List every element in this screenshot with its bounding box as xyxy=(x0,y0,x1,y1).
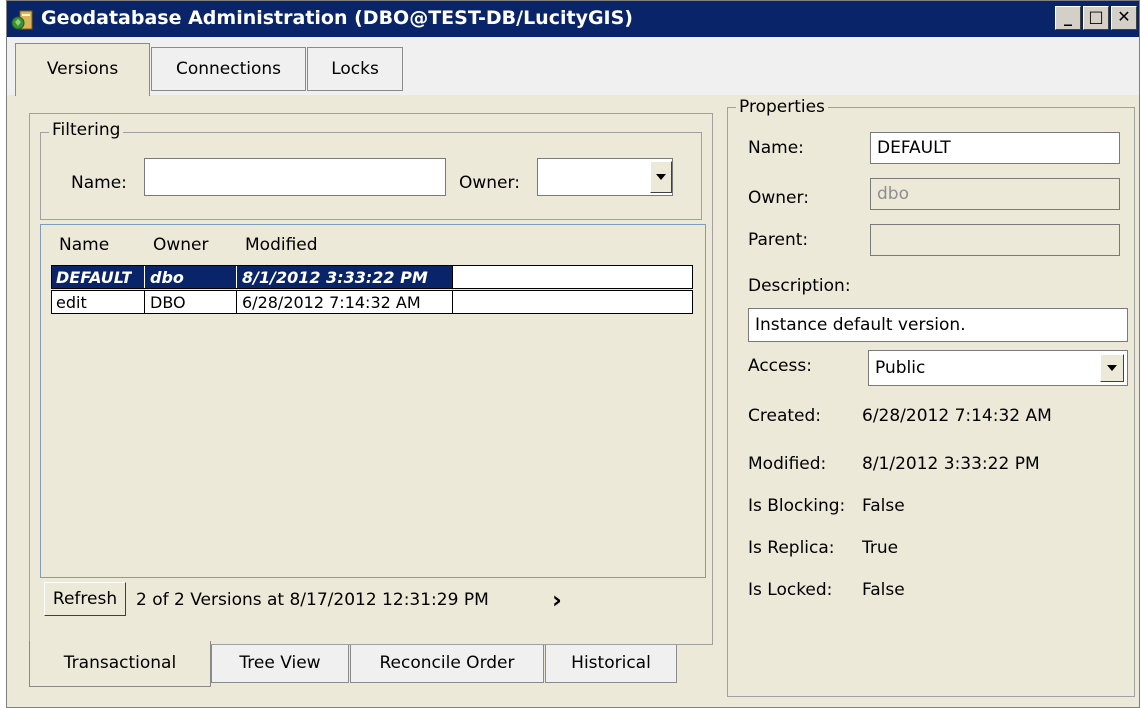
filter-name-input[interactable] xyxy=(144,158,446,196)
title-bar[interactable]: Geodatabase Administration (DBO@TEST-DB/… xyxy=(7,1,1139,37)
cell-version-owner: DBO xyxy=(150,293,186,312)
prop-access-select[interactable]: Public xyxy=(868,350,1128,386)
tab-connections[interactable]: Connections xyxy=(151,47,306,91)
top-tab-strip: Versions Connections Locks xyxy=(7,37,1139,96)
prop-owner-label: Owner: xyxy=(748,188,809,208)
prop-modified-label: Modified: xyxy=(748,454,827,474)
prop-description-label: Description: xyxy=(748,276,851,296)
minimize-button[interactable]: _ xyxy=(1055,6,1081,30)
table-row-edit[interactable]: edit DBO 6/28/2012 7:14:32 AM xyxy=(51,290,693,314)
filter-owner-label: Owner: xyxy=(459,173,520,193)
chevron-right-icon[interactable]: › xyxy=(552,586,562,614)
prop-is-locked-label: Is Locked: xyxy=(748,580,833,600)
column-header-name[interactable]: Name xyxy=(59,235,109,255)
dropdown-arrow-icon[interactable] xyxy=(650,161,672,193)
prop-created-value: 6/28/2012 7:14:32 AM xyxy=(862,406,1052,426)
filtering-group-label: Filtering xyxy=(49,120,124,140)
prop-created-label: Created: xyxy=(748,406,822,426)
prop-is-replica-value: True xyxy=(862,538,899,558)
filter-name-label: Name: xyxy=(71,173,127,193)
tab-transactional[interactable]: Transactional xyxy=(29,641,211,687)
dropdown-arrow-icon[interactable] xyxy=(1100,354,1124,382)
prop-name-label: Name: xyxy=(748,138,804,158)
row-trailing-cell xyxy=(452,265,693,289)
prop-is-locked-value: False xyxy=(862,580,905,600)
versions-panel: Filtering Name: Owner: Name Owner Modifi… xyxy=(29,113,713,645)
cell-version-owner: dbo xyxy=(150,268,184,287)
cell-version-name: edit xyxy=(56,293,87,312)
row-trailing-cell xyxy=(452,290,693,314)
tab-tree-view[interactable]: Tree View xyxy=(211,645,349,683)
cell-version-modified: 8/1/2012 3:33:22 PM xyxy=(242,268,428,287)
prop-description-input[interactable]: Instance default version. xyxy=(748,308,1128,342)
tab-historical[interactable]: Historical xyxy=(545,645,677,683)
close-button[interactable]: ✕ xyxy=(1111,6,1137,30)
prop-modified-value: 8/1/2012 3:33:22 PM xyxy=(862,454,1040,474)
refresh-button[interactable]: Refresh xyxy=(44,582,126,616)
cell-version-modified: 6/28/2012 7:14:32 AM xyxy=(242,293,421,312)
prop-parent-input xyxy=(870,224,1120,256)
prop-is-blocking-value: False xyxy=(862,496,905,516)
tab-versions[interactable]: Versions xyxy=(15,43,150,96)
column-header-modified[interactable]: Modified xyxy=(245,235,318,255)
geodatabase-admin-window: Geodatabase Administration (DBO@TEST-DB/… xyxy=(6,0,1140,708)
tab-locks[interactable]: Locks xyxy=(307,47,403,91)
filtering-group: Filtering Name: Owner: xyxy=(40,120,702,220)
prop-name-input[interactable]: DEFAULT xyxy=(870,132,1120,164)
prop-access-label: Access: xyxy=(748,356,812,376)
prop-is-blocking-label: Is Blocking: xyxy=(748,496,846,516)
cell-version-name: DEFAULT xyxy=(56,268,133,287)
prop-is-replica-label: Is Replica: xyxy=(748,538,835,558)
versions-list[interactable]: Name Owner Modified DEFAULT dbo 8/1/2012… xyxy=(40,224,706,578)
properties-group: Properties Name: DEFAULT Owner: dbo Pare… xyxy=(727,97,1135,697)
versions-status-text: 2 of 2 Versions at 8/17/2012 12:31:29 PM xyxy=(136,590,489,610)
prop-owner-input: dbo xyxy=(870,178,1120,210)
prop-parent-label: Parent: xyxy=(748,230,809,250)
tab-reconcile-order[interactable]: Reconcile Order xyxy=(350,645,544,683)
column-header-owner[interactable]: Owner xyxy=(153,235,209,255)
properties-group-label: Properties xyxy=(736,97,828,117)
window-title: Geodatabase Administration (DBO@TEST-DB/… xyxy=(41,7,633,29)
app-geodatabase-icon xyxy=(11,10,33,30)
versions-list-header: Name Owner Modified xyxy=(41,225,705,261)
maximize-button[interactable]: □ xyxy=(1083,6,1109,30)
table-row-default[interactable]: DEFAULT dbo 8/1/2012 3:33:22 PM xyxy=(51,265,693,289)
